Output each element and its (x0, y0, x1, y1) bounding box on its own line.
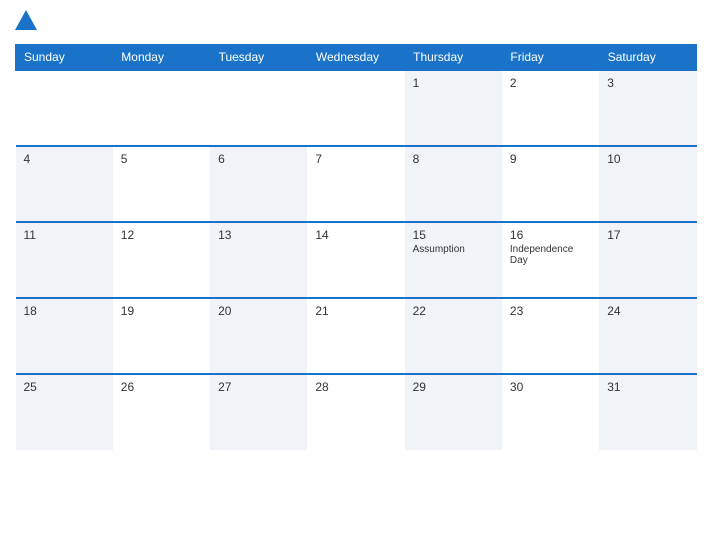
header (15, 10, 697, 36)
calendar-cell: 16 Independence Day (502, 222, 599, 298)
calendar-cell: 2 (502, 70, 599, 146)
header-tuesday: Tuesday (210, 45, 307, 71)
day-number: 21 (315, 304, 396, 318)
day-number: 26 (121, 380, 202, 394)
calendar-cell: 31 (599, 374, 696, 450)
calendar-cell (113, 70, 210, 146)
calendar-cell (16, 70, 113, 146)
day-number: 8 (413, 152, 494, 166)
header-saturday: Saturday (599, 45, 696, 71)
calendar-cell: 14 (307, 222, 404, 298)
calendar-week-row: 18 19 20 21 22 23 24 (16, 298, 697, 374)
day-number: 25 (24, 380, 105, 394)
day-number: 27 (218, 380, 299, 394)
day-number: 17 (607, 228, 688, 242)
day-number: 6 (218, 152, 299, 166)
event-label: Assumption (413, 244, 494, 255)
calendar-cell: 6 (210, 146, 307, 222)
logo-icon (15, 10, 37, 36)
calendar-cell: 4 (16, 146, 113, 222)
calendar-week-row: 1 2 3 (16, 70, 697, 146)
calendar-cell: 15 Assumption (405, 222, 502, 298)
calendar-cell: 9 (502, 146, 599, 222)
header-wednesday: Wednesday (307, 45, 404, 71)
day-number: 3 (607, 76, 688, 90)
calendar-cell (210, 70, 307, 146)
header-friday: Friday (502, 45, 599, 71)
day-number: 29 (413, 380, 494, 394)
calendar-body: 123456789101112131415Assumption16Indepen… (16, 70, 697, 450)
day-number: 15 (413, 228, 494, 242)
calendar-cell: 26 (113, 374, 210, 450)
calendar-cell: 12 (113, 222, 210, 298)
calendar-cell: 5 (113, 146, 210, 222)
calendar-cell: 27 (210, 374, 307, 450)
calendar-cell: 13 (210, 222, 307, 298)
day-number: 4 (24, 152, 105, 166)
day-number: 13 (218, 228, 299, 242)
day-number: 28 (315, 380, 396, 394)
day-number: 18 (24, 304, 105, 318)
header-thursday: Thursday (405, 45, 502, 71)
logo (15, 10, 41, 36)
calendar-cell: 18 (16, 298, 113, 374)
calendar-cell: 29 (405, 374, 502, 450)
calendar-cell: 28 (307, 374, 404, 450)
day-number: 12 (121, 228, 202, 242)
calendar-cell: 17 (599, 222, 696, 298)
day-number: 7 (315, 152, 396, 166)
calendar-cell: 19 (113, 298, 210, 374)
calendar-week-row: 11 12 13 14 15 Assumption 16 Independence Day 17 (16, 222, 697, 298)
calendar-cell: 10 (599, 146, 696, 222)
header-sunday: Sunday (16, 45, 113, 71)
day-number: 2 (510, 76, 591, 90)
calendar-cell: 11 (16, 222, 113, 298)
day-number: 30 (510, 380, 591, 394)
calendar-cell: 20 (210, 298, 307, 374)
day-number: 31 (607, 380, 688, 394)
logo-triangle-icon (15, 10, 37, 36)
calendar-cell: 24 (599, 298, 696, 374)
calendar-cell: 3 (599, 70, 696, 146)
calendar-cell (307, 70, 404, 146)
header-monday: Monday (113, 45, 210, 71)
day-number: 5 (121, 152, 202, 166)
day-number: 10 (607, 152, 688, 166)
calendar-cell: 8 (405, 146, 502, 222)
calendar-cell: 30 (502, 374, 599, 450)
day-number: 24 (607, 304, 688, 318)
calendar-week-row: 25 26 27 28 29 30 31 (16, 374, 697, 450)
day-number: 22 (413, 304, 494, 318)
day-number: 23 (510, 304, 591, 318)
day-number: 1 (413, 76, 494, 90)
event-label: Independence Day (510, 244, 591, 266)
weekday-header-row: Sunday Monday Tuesday Wednesday Thursday… (16, 45, 697, 71)
calendar-week-row: 4 5 6 7 8 9 10 (16, 146, 697, 222)
calendar-cell: 23 (502, 298, 599, 374)
day-number: 14 (315, 228, 396, 242)
day-number: 19 (121, 304, 202, 318)
calendar-cell: 7 (307, 146, 404, 222)
calendar-table: Sunday Monday Tuesday Wednesday Thursday… (15, 44, 697, 450)
calendar-page: Sunday Monday Tuesday Wednesday Thursday… (0, 0, 712, 550)
calendar-cell: 21 (307, 298, 404, 374)
day-number: 20 (218, 304, 299, 318)
day-number: 16 (510, 228, 591, 242)
calendar-cell: 25 (16, 374, 113, 450)
calendar-cell: 22 (405, 298, 502, 374)
calendar-header: Sunday Monday Tuesday Wednesday Thursday… (16, 45, 697, 71)
day-number: 9 (510, 152, 591, 166)
calendar-cell: 1 (405, 70, 502, 146)
day-number: 11 (24, 228, 105, 242)
